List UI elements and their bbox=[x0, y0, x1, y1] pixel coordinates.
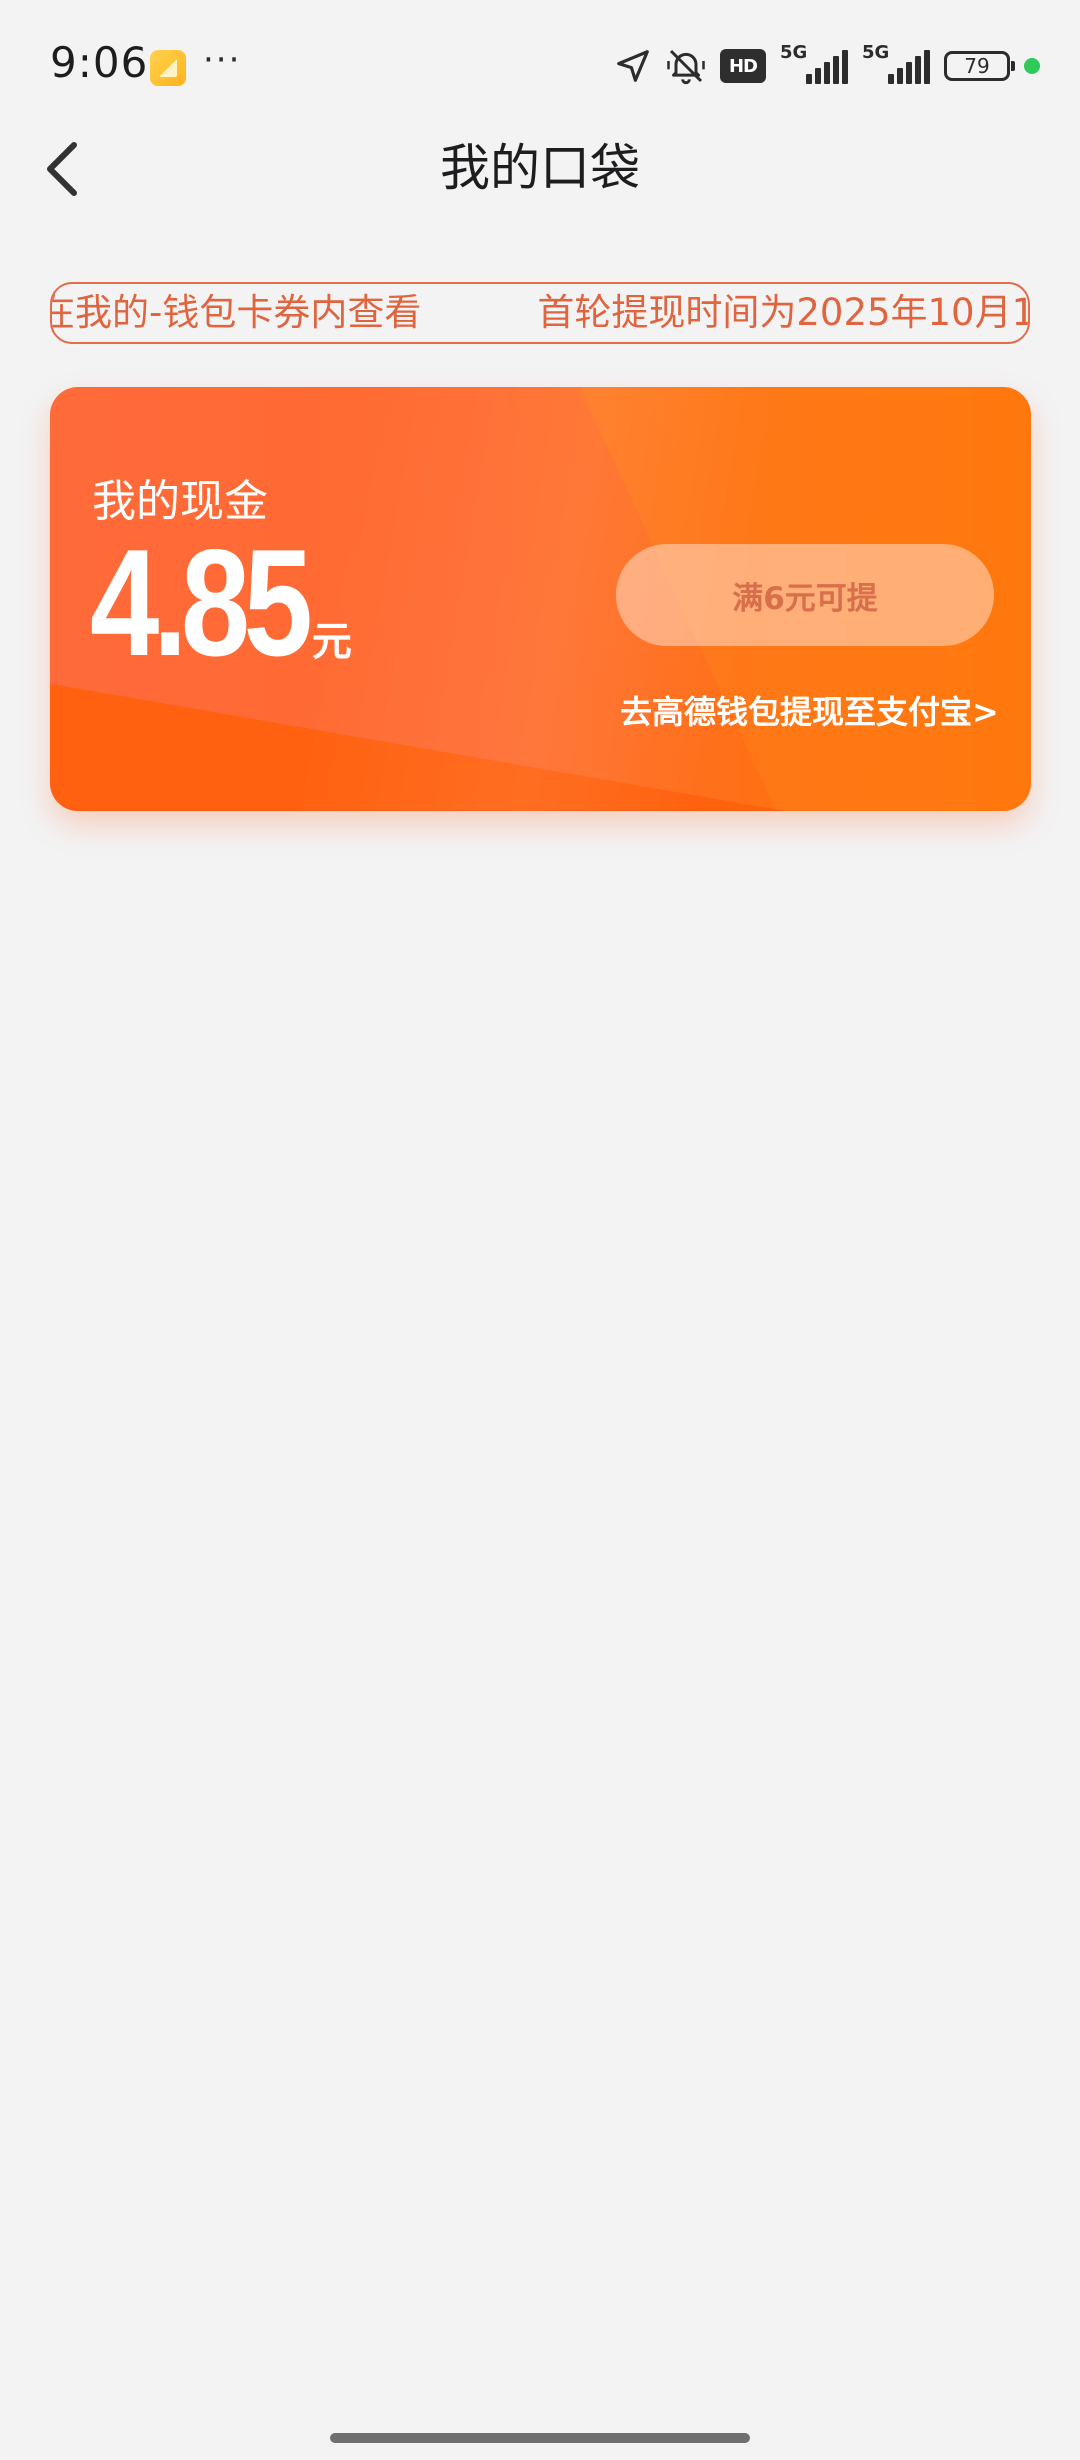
page-title: 我的口袋 bbox=[440, 139, 640, 197]
signal-label: 5G bbox=[862, 42, 890, 63]
muted-bell-icon bbox=[666, 46, 706, 86]
hd-icon: HD bbox=[720, 49, 766, 83]
notes-app-icon bbox=[150, 50, 186, 86]
location-arrow-icon bbox=[614, 47, 652, 85]
status-icons: HD 5G 5G 79 bbox=[614, 42, 1040, 88]
cash-amount-row: 4.85 元 bbox=[90, 527, 352, 679]
cash-card: 我的现金 4.85 元 满6元可提 去高德钱包提现至支付宝> bbox=[50, 387, 1031, 811]
status-bar: 9:06 ··· HD 5G 5G 79 bbox=[0, 0, 1080, 130]
notice-text: 首轮提现时间为2025年10月1 bbox=[537, 291, 1030, 334]
more-notifications-icon: ··· bbox=[203, 40, 242, 80]
privacy-indicator-dot bbox=[1024, 58, 1040, 74]
status-time: 9:06 bbox=[50, 38, 149, 87]
battery-icon: 79 bbox=[944, 51, 1015, 81]
withdraw-button[interactable]: 满6元可提 bbox=[616, 544, 994, 646]
battery-level: 79 bbox=[964, 54, 990, 78]
signal-5g-icon: 5G bbox=[862, 42, 930, 88]
cash-unit: 元 bbox=[311, 619, 352, 665]
notice-text: 在我的-钱包卡券内查看 bbox=[50, 291, 422, 334]
signal-label: 5G bbox=[780, 42, 808, 63]
cash-amount: 4.85 bbox=[90, 518, 313, 688]
wallet-withdraw-link[interactable]: 去高德钱包提现至支付宝> bbox=[620, 687, 999, 733]
home-indicator[interactable] bbox=[330, 2433, 750, 2443]
notice-marquee: 在我的-钱包卡券内查看 首轮提现时间为2025年10月1 bbox=[50, 282, 1030, 344]
signal-5g-icon: 5G bbox=[780, 42, 848, 88]
